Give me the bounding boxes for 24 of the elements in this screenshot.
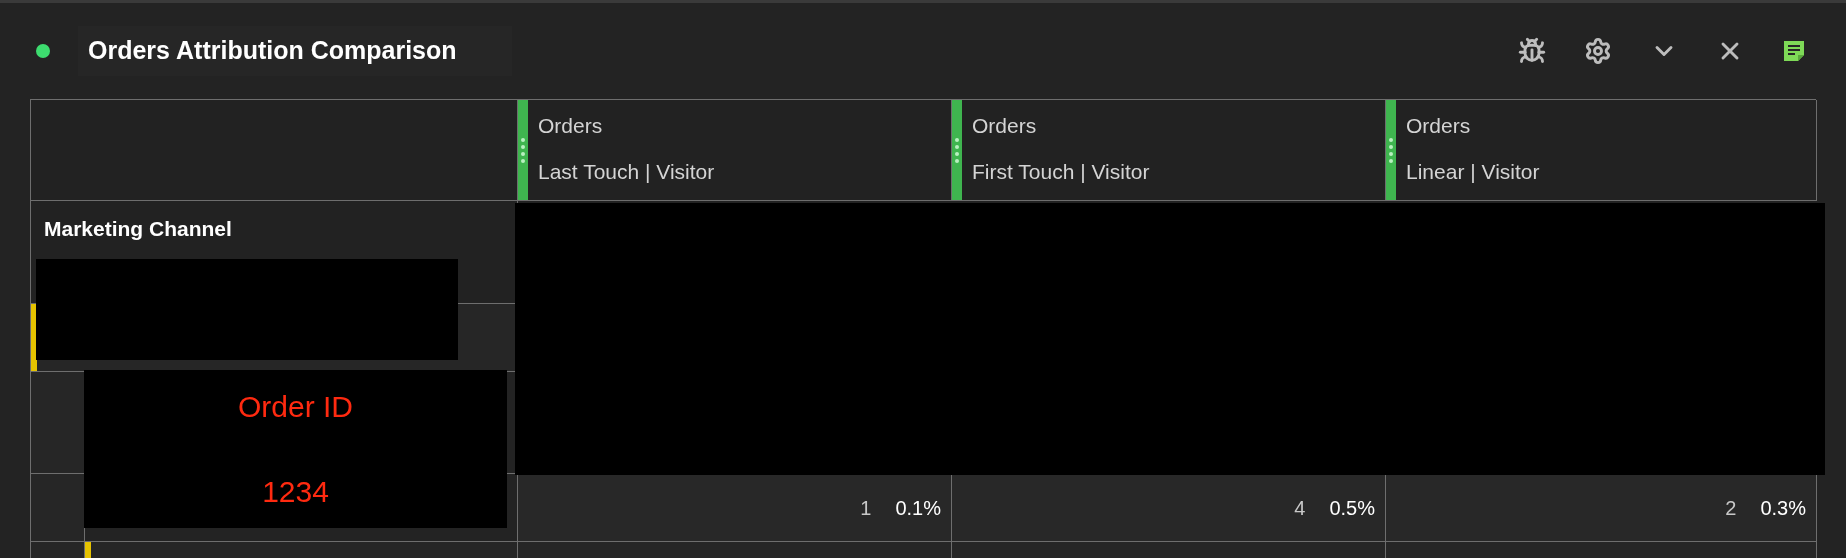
note-icon[interactable] [1782, 39, 1806, 63]
cell-value: 2 [1725, 495, 1737, 521]
column-header[interactable]: Orders Last Touch | Visitor [518, 100, 952, 201]
column-header[interactable]: Orders Linear | Visitor [1386, 100, 1817, 201]
drag-handle[interactable] [518, 100, 528, 200]
drag-handle[interactable] [1386, 100, 1396, 200]
attribution-model: Last Touch | Visitor [538, 158, 715, 185]
bug-icon[interactable] [1518, 37, 1546, 65]
settings-icon[interactable] [1584, 37, 1612, 65]
metric-name: Orders [538, 113, 604, 139]
metric-name: Orders [1406, 113, 1472, 139]
attribution-model: First Touch | Visitor [972, 158, 1150, 185]
cell-percent: 0.1% [895, 495, 941, 521]
annotation-value: 1234 [262, 474, 329, 510]
attribution-model: Linear | Visitor [1406, 158, 1540, 185]
cell-percent: 0.5% [1329, 495, 1375, 521]
cell-value: 1 [860, 495, 872, 521]
column-header[interactable]: Orders First Touch | Visitor [952, 100, 1386, 201]
cell-percent: 0.3% [1760, 495, 1806, 521]
annotation-label: Order ID [238, 389, 353, 425]
drag-handle[interactable] [952, 100, 962, 200]
dimension-header: Marketing Channel [44, 217, 232, 240]
cell-value: 4 [1294, 495, 1306, 521]
metric-name: Orders [972, 113, 1038, 139]
